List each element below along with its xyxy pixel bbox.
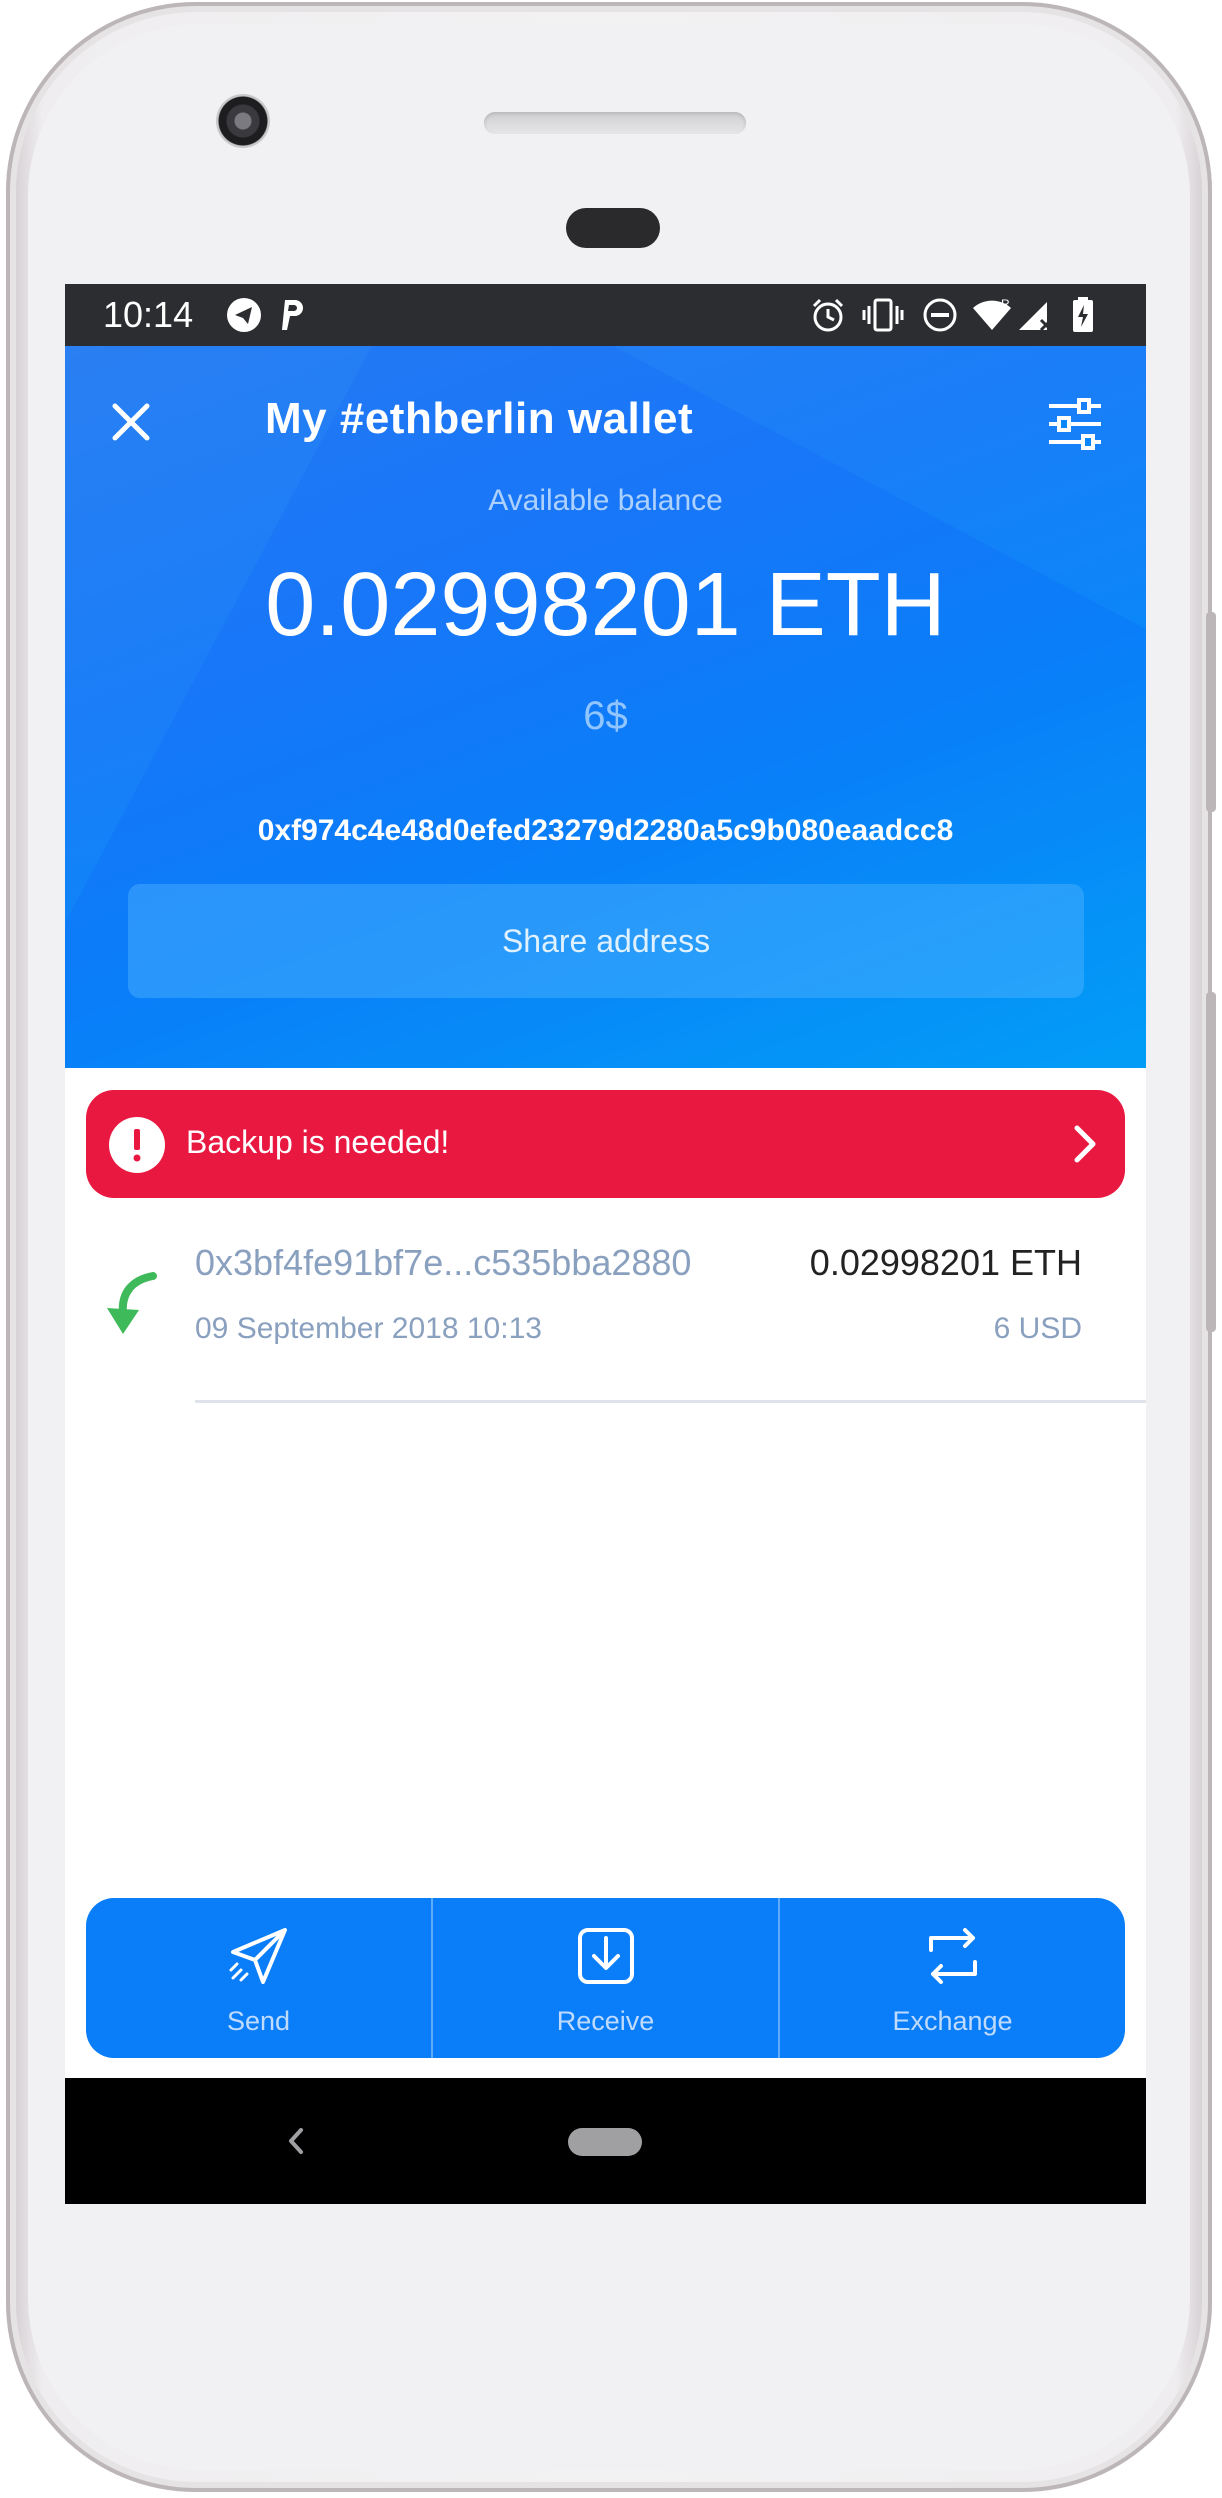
power-button [1206, 612, 1216, 812]
transaction-address: 0x3bf4fe91bf7e...c535bba2880 [195, 1242, 692, 1283]
parking-icon [282, 300, 303, 330]
system-nav-bar [65, 2078, 1146, 2204]
send-label: Send [226, 2006, 291, 2036]
exchange-button[interactable]: Exchange [780, 1898, 1125, 2058]
receive-label: Receive [556, 2006, 655, 2036]
balance-label: Available balance [488, 484, 723, 517]
action-bar: Send Receive Exchange [86, 1898, 1125, 2058]
telegram-icon [227, 298, 261, 332]
status-bar: 10:14 R [65, 284, 1146, 346]
transaction-row[interactable]: 0x3bf4fe91bf7e...c535bba2880 0.02998201 … [65, 1224, 1146, 1414]
do-not-disturb-icon [923, 298, 957, 332]
exchange-label: Exchange [892, 2006, 1013, 2036]
backup-label: Backup is needed! [186, 1124, 450, 1160]
wallet-title: My #ethberlin wallet [265, 394, 694, 443]
home-button[interactable] [568, 2128, 642, 2156]
settings-sliders-icon[interactable] [1045, 396, 1105, 452]
signal-icon [1019, 302, 1053, 332]
alert-icon [109, 1117, 165, 1173]
wallet-address[interactable]: 0xf974c4e48d0efed23279d2280a5c9b080eaadc… [65, 814, 1146, 848]
wifi-icon: R [973, 297, 1011, 330]
vibrate-icon [862, 298, 904, 332]
transaction-amount: 0.02998201 ETH [809, 1242, 1082, 1283]
front-camera [216, 94, 270, 148]
status-time: 10:14 [103, 294, 194, 335]
transaction-divider [195, 1400, 1146, 1403]
top-speaker [484, 112, 746, 134]
transaction-fiat: 6 USD [993, 1312, 1082, 1345]
battery-icon [1073, 297, 1093, 332]
close-icon[interactable] [103, 394, 159, 450]
back-icon[interactable] [283, 2124, 309, 2158]
alarm-icon [812, 298, 844, 332]
send-icon [229, 1928, 287, 1984]
exchange-icon [928, 1928, 977, 1984]
send-button[interactable]: Send [86, 1898, 433, 2058]
screen: 10:14 R My #ethberlin wallet Available b… [65, 284, 1146, 2204]
backup-banner[interactable]: Backup is needed! [86, 1090, 1125, 1198]
earpiece [566, 208, 660, 248]
receive-button[interactable]: Receive [433, 1898, 780, 2058]
volume-button [1206, 992, 1216, 1332]
incoming-arrow-icon [107, 1272, 157, 1334]
wallet-header: My #ethberlin wallet Available balance 0… [65, 346, 1146, 1068]
share-address-button[interactable]: Share address [128, 884, 1084, 998]
receive-icon [577, 1928, 634, 1984]
chevron-right-icon [1074, 1125, 1096, 1163]
balance-value: 0.02998201 ETH [265, 555, 946, 655]
svg-text:R: R [1001, 297, 1010, 311]
transaction-date: 09 September 2018 10:13 [195, 1312, 542, 1345]
fiat-balance: 6$ [583, 694, 628, 738]
